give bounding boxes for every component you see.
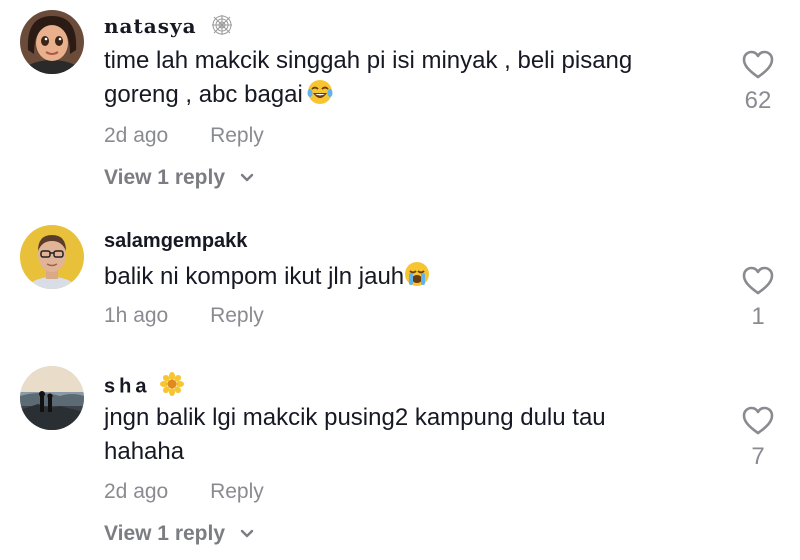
chevron-down-icon [240, 530, 254, 538]
avatar[interactable] [20, 366, 84, 430]
like-count: 62 [744, 87, 772, 114]
comment-meta: 2d ago Reply [104, 124, 264, 148]
comment-text: balik ni kompom ikut jln jauh [104, 260, 704, 297]
sunflower-icon [160, 372, 185, 402]
timestamp: 1h ago [104, 304, 169, 327]
view-replies-label: View 1 reply [104, 166, 226, 189]
like-button[interactable]: 62 [728, 50, 788, 115]
heart-icon [742, 50, 774, 79]
username-text: salamgempakk [104, 230, 248, 252]
view-replies-button[interactable]: View 1 reply [104, 522, 255, 546]
avatar[interactable] [20, 10, 84, 74]
comment-text-line: jngn balik lgi makcik pusing2 kampung du… [104, 404, 606, 431]
timestamp: 2d ago [104, 124, 169, 147]
comment-text-line: time lah makcik singgah pi isi minyak , … [104, 47, 633, 74]
comment-meta: 1h ago Reply [104, 304, 264, 328]
username[interactable]: salamgempakk [104, 230, 247, 253]
reply-button[interactable]: Reply [210, 124, 264, 147]
reply-button[interactable]: Reply [210, 480, 264, 503]
comment-text-fragment: balik ni kompom ikut jln jauh [104, 263, 405, 290]
view-replies-label: View 1 reply [104, 522, 226, 545]
chevron-down-icon [240, 174, 254, 182]
username-text: natasya [104, 14, 197, 38]
reply-button[interactable]: Reply [210, 304, 264, 327]
heart-icon [742, 406, 774, 435]
timestamp: 2d ago [104, 480, 169, 503]
like-count: 7 [751, 443, 765, 470]
like-button[interactable]: 1 [728, 266, 788, 331]
comment-meta: 2d ago Reply [104, 480, 264, 504]
like-count: 1 [751, 303, 765, 330]
spiderweb-icon [211, 14, 233, 41]
comment-text-line: hahaha [104, 438, 185, 465]
tears-of-joy-emoji [307, 79, 333, 115]
comment-text-fragment: goreng , abc bagai [104, 81, 303, 108]
comment-text: jngn balik lgi makcik pusing2 kampung du… [104, 401, 704, 469]
crying-face-emoji [404, 261, 430, 297]
username[interactable]: natasya [104, 14, 233, 41]
comment-text-line: balik ni kompom ikut jln jauh [104, 260, 704, 297]
username[interactable]: sha [104, 372, 185, 402]
like-button[interactable]: 7 [728, 406, 788, 471]
heart-icon [742, 266, 774, 295]
comment-text: time lah makcik singgah pi isi minyak , … [104, 44, 704, 115]
comment-text-line: goreng , abc bagai [104, 78, 704, 115]
username-text: sha [104, 375, 151, 398]
view-replies-button[interactable]: View 1 reply [104, 166, 255, 190]
avatar[interactable] [20, 225, 84, 289]
